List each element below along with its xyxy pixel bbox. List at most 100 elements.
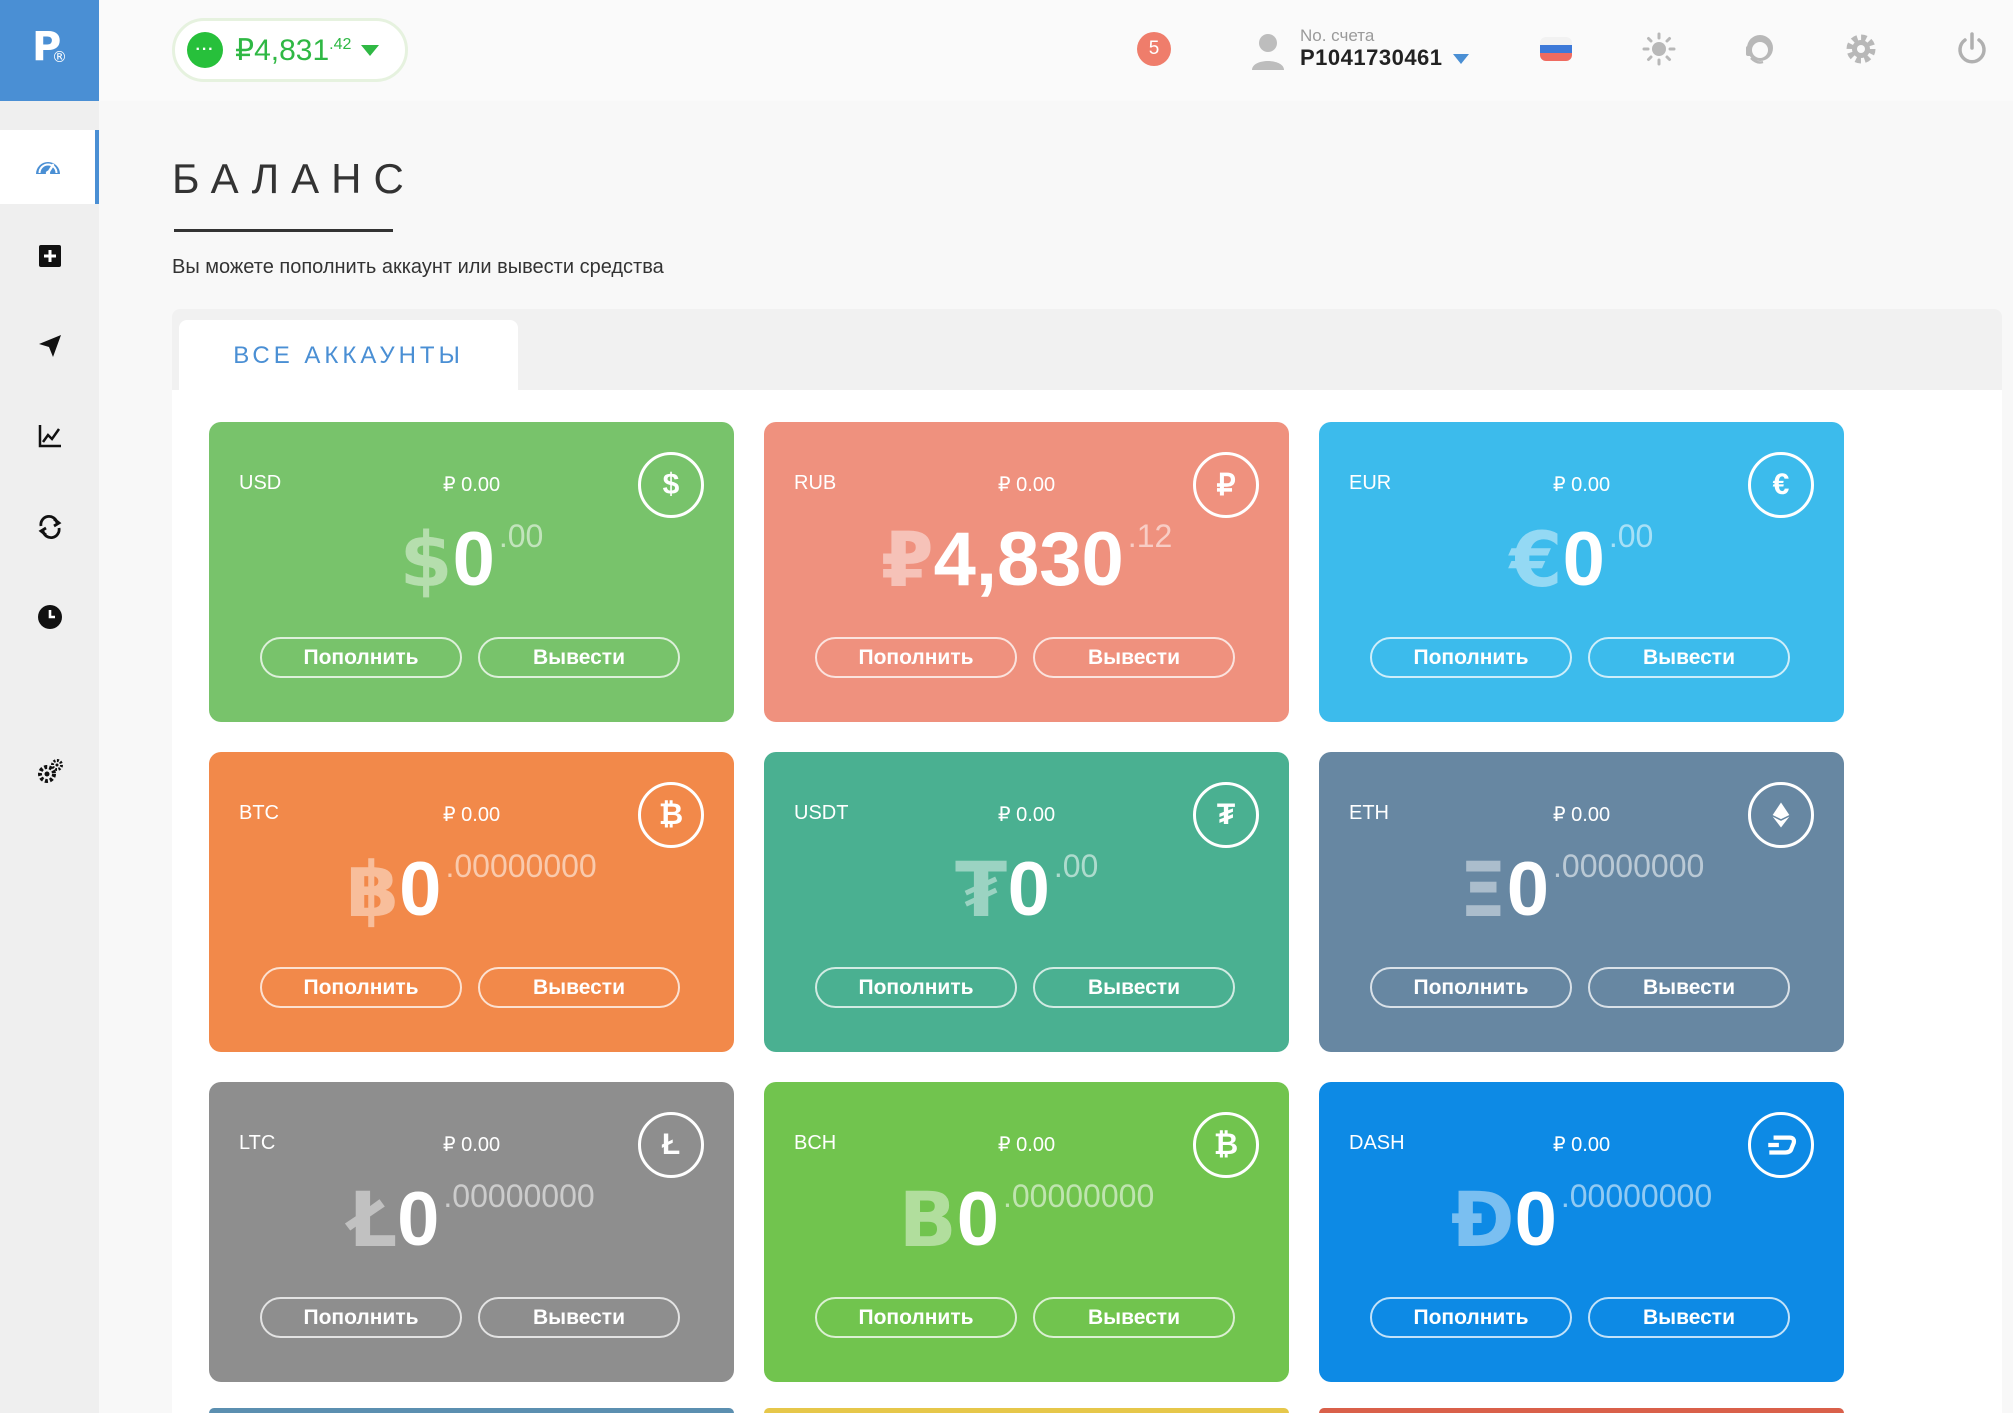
- bch-currency-icon: ₿: [1193, 1112, 1259, 1178]
- account-card-dash: DASH ₽ 0.00 Đ0.00000000 Пополнить Вывести: [1319, 1082, 1844, 1382]
- balance-main: ₽4,831: [235, 33, 330, 67]
- currency-symbol: Ξ: [1458, 845, 1507, 934]
- settings-button[interactable]: [1841, 27, 1881, 71]
- withdraw-button[interactable]: Вывести: [478, 637, 680, 678]
- withdraw-button[interactable]: Вывести: [1588, 637, 1790, 678]
- russia-flag-icon: [1540, 37, 1572, 61]
- sidebar: P ®: [0, 0, 99, 1413]
- account-card-usd: USD ₽ 0.00 $ $0.00 Пополнить Вывести: [209, 422, 734, 722]
- withdraw-button[interactable]: Вывести: [1033, 637, 1235, 678]
- deposit-button[interactable]: Пополнить: [260, 637, 462, 678]
- settings-gears-icon: [37, 759, 63, 783]
- eth-currency-icon: [1748, 782, 1814, 848]
- balance-fraction: .00000000: [445, 848, 597, 884]
- currency-icon-glyph: $: [662, 468, 680, 501]
- tab-label: ВСЕ АККАУНТЫ: [233, 342, 464, 369]
- sidebar-item-deposit[interactable]: [0, 219, 99, 293]
- account-card-partial: [209, 1408, 734, 1413]
- balance-integer: 0: [1506, 847, 1550, 932]
- balance-selector[interactable]: ··· ₽4,831.42: [172, 18, 408, 82]
- account-card-usdt: USDT ₽ 0.00 ₮ ₮0.00 Пополнить Вывести: [764, 752, 1289, 1052]
- currency-icon-glyph: Ł: [661, 1128, 681, 1161]
- deposit-button[interactable]: Пополнить: [815, 967, 1017, 1008]
- logo[interactable]: P ®: [0, 0, 99, 101]
- send-paper-plane-icon: [38, 335, 61, 357]
- account-card-eur: EUR ₽ 0.00 € €0.00 Пополнить Вывести: [1319, 422, 1844, 722]
- currency-symbol: ₽: [880, 515, 934, 604]
- deposit-button[interactable]: Пополнить: [260, 967, 462, 1008]
- currency-symbol: $: [399, 515, 453, 604]
- tab-all-accounts[interactable]: ВСЕ АККАУНТЫ: [179, 320, 518, 392]
- withdraw-button[interactable]: Вывести: [478, 967, 680, 1008]
- dash-currency-icon: [1748, 1112, 1814, 1178]
- sidebar-item-dashboard[interactable]: [0, 130, 99, 204]
- sidebar-item-settings[interactable]: [0, 734, 99, 808]
- page-title: БАЛАНС: [172, 155, 416, 202]
- currency-symbol: Đ: [1450, 1175, 1515, 1264]
- usd-currency-icon: $: [638, 452, 704, 518]
- dashboard-gauge-icon: [35, 162, 60, 176]
- sidebar-item-exchange[interactable]: [0, 490, 99, 564]
- deposit-button[interactable]: Пополнить: [815, 1297, 1017, 1338]
- withdraw-button[interactable]: Вывести: [478, 1297, 680, 1338]
- balance-amount: ₽4,831.42: [235, 33, 351, 68]
- account-balance: Ł0.00000000: [209, 1180, 734, 1258]
- chart-line-icon: [38, 425, 61, 448]
- currency-icon-glyph: ₿: [658, 798, 684, 831]
- balance-integer: 4,830: [933, 517, 1124, 602]
- support-button[interactable]: [1740, 27, 1780, 71]
- balance-fraction: .00000000: [1560, 1178, 1713, 1214]
- account-card-partial: [764, 1408, 1289, 1413]
- chevron-down-icon: [1453, 54, 1469, 64]
- account-balance: €0.00: [1319, 520, 1844, 598]
- withdraw-button[interactable]: Вывести: [1588, 1297, 1790, 1338]
- balance-integer: 0: [1562, 517, 1605, 602]
- deposit-button[interactable]: Пополнить: [815, 637, 1017, 678]
- account-card-rub: RUB ₽ 0.00 ₽ ₽4,830.12 Пополнить Вывести: [764, 422, 1289, 722]
- user-avatar-icon: [1252, 34, 1284, 70]
- balance-fraction: .00000000: [1553, 848, 1705, 884]
- deposit-button[interactable]: Пополнить: [260, 1297, 462, 1338]
- balance-integer: 0: [956, 1177, 999, 1262]
- currency-icon-glyph: ₮: [1216, 798, 1236, 831]
- ltc-currency-icon: Ł: [638, 1112, 704, 1178]
- withdraw-button[interactable]: Вывести: [1033, 967, 1235, 1008]
- sun-icon: [1642, 32, 1676, 66]
- deposit-button[interactable]: Пополнить: [1370, 1297, 1572, 1338]
- sidebar-item-send[interactable]: [0, 309, 99, 383]
- history-clock-icon: [37, 605, 62, 629]
- balance-fraction: .00000000: [443, 1178, 595, 1214]
- account-number: P1041730461: [1300, 45, 1443, 70]
- deposit-button[interactable]: Пополнить: [1370, 967, 1572, 1008]
- account-balance: Ξ0.00000000: [1319, 850, 1844, 928]
- gear-icon: [1846, 34, 1876, 64]
- power-icon: [1958, 32, 1986, 64]
- notifications-badge[interactable]: 5: [1137, 32, 1171, 66]
- balance-fraction: .00000000: [1002, 1178, 1155, 1214]
- account-balance: ₽4,830.12: [764, 520, 1289, 598]
- account-card-bch: BCH ₽ 0.00 ₿ B0.00000000 Пополнить Вывести: [764, 1082, 1289, 1382]
- theme-toggle-button[interactable]: [1639, 27, 1679, 71]
- balance-integer: 0: [399, 847, 442, 932]
- currency-icon-glyph: ₿: [1213, 1128, 1239, 1161]
- add-square-icon: [38, 245, 61, 267]
- currency-symbol: ฿: [346, 845, 400, 934]
- currency-symbol: Ł: [348, 1175, 398, 1264]
- logout-button[interactable]: [1952, 27, 1992, 71]
- currency-icon-glyph: €: [1772, 468, 1790, 501]
- sidebar-item-statistics[interactable]: [0, 399, 99, 473]
- rub-currency-icon: ₽: [1193, 452, 1259, 518]
- account-balance: B0.00000000: [764, 1180, 1289, 1258]
- currency-icon-glyph: ₽: [1216, 468, 1236, 502]
- logo-registered-mark: ®: [52, 48, 67, 66]
- sidebar-item-history[interactable]: [0, 580, 99, 654]
- account-card-eth: ETH ₽ 0.00 Ξ0.00000000 Пополнить Вывести: [1319, 752, 1844, 1052]
- btc-currency-icon: ₿: [638, 782, 704, 848]
- withdraw-button[interactable]: Вывести: [1033, 1297, 1235, 1338]
- currency-symbol: ₮: [954, 845, 1008, 934]
- title-underline: [174, 229, 393, 232]
- language-flag-button[interactable]: [1536, 27, 1576, 71]
- deposit-button[interactable]: Пополнить: [1370, 637, 1572, 678]
- currency-symbol: B: [898, 1175, 957, 1264]
- withdraw-button[interactable]: Вывести: [1588, 967, 1790, 1008]
